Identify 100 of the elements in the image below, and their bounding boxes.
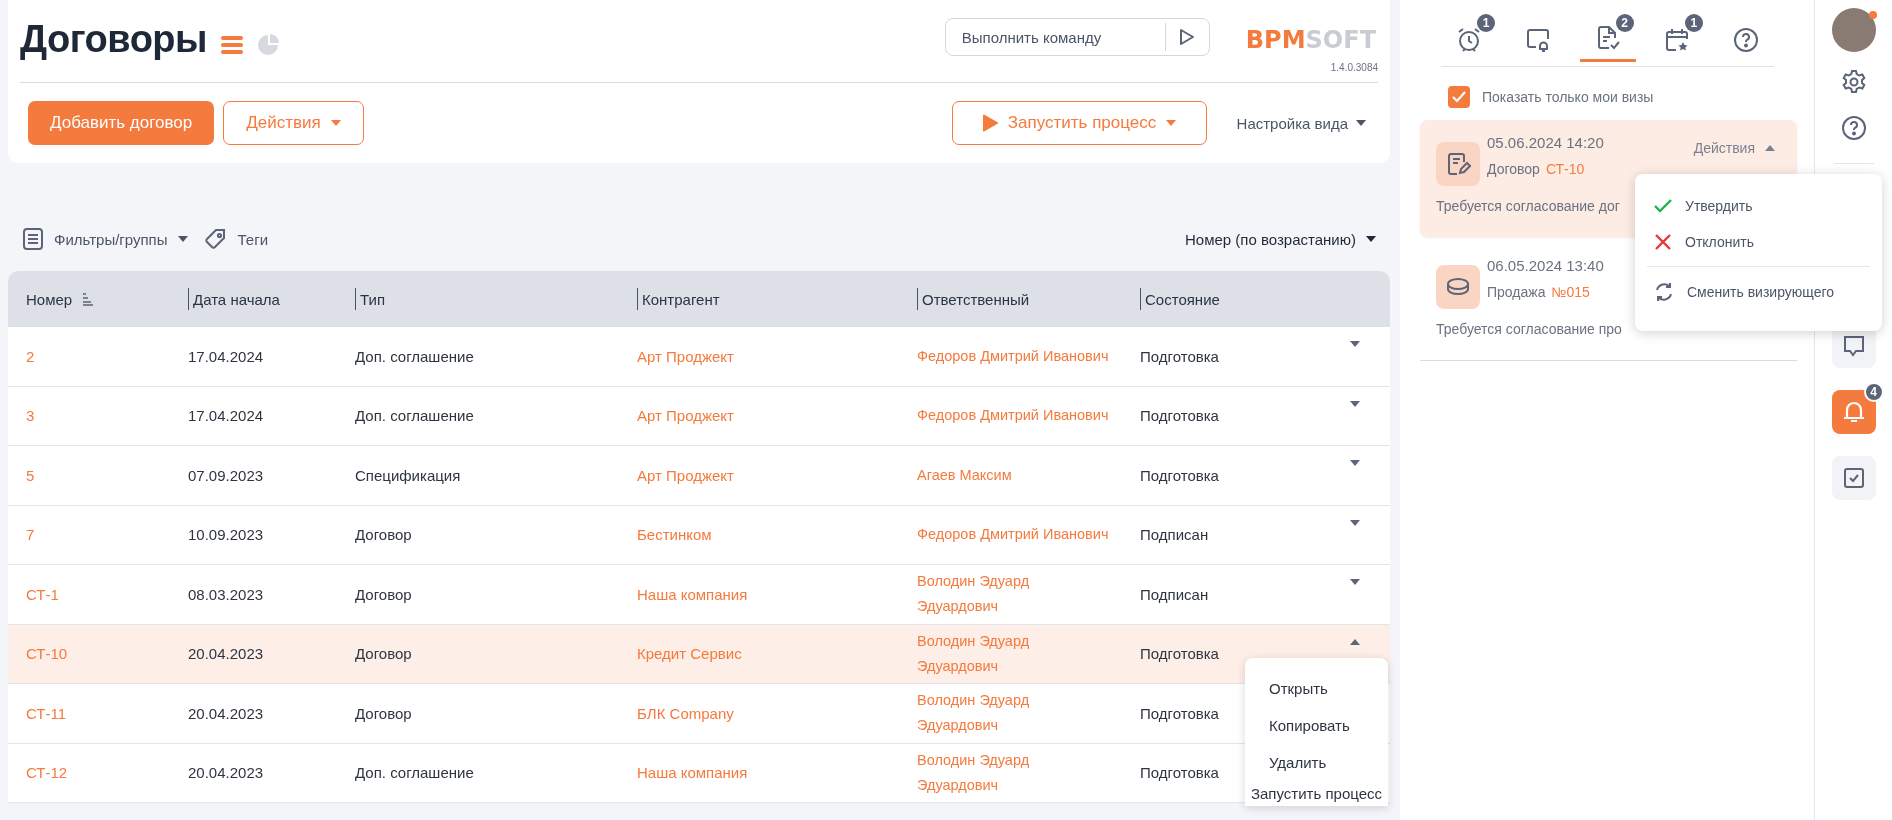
entity-link[interactable]: №015 [1551,284,1590,300]
checklist-button[interactable] [1831,456,1876,500]
table-cell: Спецификация [355,466,461,484]
owner-link[interactable]: Федоров Дмитрий Иванович [917,343,1109,369]
owner-link[interactable]: Федоров Дмитрий Иванович [917,403,1109,429]
table-cell: 10.09.2023 [188,526,264,544]
actions-button[interactable]: Действия [223,101,364,145]
play-icon [981,114,998,132]
column-header[interactable]: Состояние [1145,290,1220,308]
caret-icon [1356,120,1366,126]
counterparty-link[interactable]: Наша компания [637,764,748,782]
view-settings-button[interactable]: Настройка вида [1230,113,1372,133]
filters-groups-button[interactable]: Фильтры/группы [22,227,188,251]
caret-icon [1765,145,1775,151]
caret-icon [177,236,188,242]
visa-description: Требуется согласование про [1436,321,1622,337]
count-badge: 1 [1684,14,1703,32]
counterparty-link[interactable]: Бестинком [637,526,712,544]
count-badge: 1 [1477,14,1495,32]
command-input[interactable]: Выполнить команду [945,27,1165,47]
tag-icon [203,227,228,251]
table-cell: Доп. соглашение [355,347,474,365]
owner-link[interactable]: Володин Эдуард Эдуардович [917,688,1113,739]
menu-icon[interactable] [221,35,244,55]
table-cell: Подготовка [1140,704,1219,722]
column-header[interactable]: Ответственный [922,290,1030,308]
table-cell: Подписан [1140,585,1209,603]
table-row[interactable]: 5 07.09.2023 Спецификация Арт Проджект Агаев Максим Подготовка [8,446,1390,506]
help-icon [1732,25,1760,54]
table-row[interactable]: 3 17.04.2024 Доп. соглашение Арт Проджект Федоров Дмитрий Иванович Подготовка [8,386,1390,446]
help-icon [1839,114,1868,142]
owner-link[interactable]: Володин Эдуард Эдуардович [917,628,1113,679]
table-cell: Подготовка [1140,764,1219,782]
contract-number-link[interactable]: 2 [26,347,35,365]
card-actions-button[interactable]: Действия [1693,140,1781,156]
table-cell: Подготовка [1140,407,1219,425]
column-header[interactable]: Дата начала [193,290,280,308]
command-field[interactable]: Выполнить команду [944,18,1210,56]
table-cell: Договор [355,704,412,722]
count-badge: 4 [1863,382,1884,402]
table-cell: Подготовка [1140,347,1219,365]
list-icon [22,227,44,251]
sort-dropdown[interactable]: Номер (по возрастанию) [1185,230,1376,248]
column-header[interactable]: Тип [360,290,385,308]
column-header[interactable]: Номер [26,290,73,308]
counterparty-link[interactable]: Кредит Сервис [637,645,742,663]
counterparty-link[interactable]: Арт Проджект [637,407,734,425]
counterparty-link[interactable]: БЛК Company [637,704,734,722]
menu-item[interactable]: Копировать [1244,707,1388,744]
table-cell: Подписан [1140,526,1209,544]
table-cell: 20.04.2023 [188,645,264,663]
column-header[interactable]: Контрагент [642,290,720,308]
check-icon [1452,91,1466,103]
owner-link[interactable]: Володин Эдуард Эдуардович [917,747,1113,798]
contract-number-link[interactable]: 5 [26,466,35,484]
owner-link[interactable]: Агаев Максим [917,462,1012,488]
tags-button[interactable]: Теги [203,227,269,251]
counterparty-link[interactable]: Арт Проджект [637,347,734,365]
entity-link[interactable]: СТ-10 [1545,161,1585,177]
table-row[interactable]: 2 17.04.2024 Доп. соглашение Арт Проджект Федоров Дмитрий Иванович Подготовка [8,327,1390,387]
contract-number-link[interactable]: 7 [26,526,35,544]
contract-number-link[interactable]: СТ-1 [26,585,59,603]
contract-number-link[interactable]: СТ-10 [26,645,68,663]
table-cell: 20.04.2023 [188,764,264,782]
table-row[interactable]: 7 10.09.2023 Договор Бестинком Федоров Дмитрий Иванович Подписан [8,505,1390,565]
table-cell: Подготовка [1140,466,1219,484]
table-cell: 07.09.2023 [188,466,264,484]
caret-icon [1366,236,1376,242]
refresh-icon [1653,281,1675,303]
table-row[interactable]: СТ-1 08.03.2023 Договор Наша компания Володин Эдуард Эдуардович Подписан [8,565,1390,625]
checkbox-label: Показать только мои визы [1482,89,1654,105]
user-avatar[interactable] [1831,8,1876,52]
table-cell: 17.04.2024 [188,347,264,365]
page-title: Договоры [20,18,208,61]
add-contract-button[interactable]: Добавить договор [28,101,215,145]
contract-number-link[interactable]: СТ-11 [26,704,67,722]
entity-type: Договор [1487,161,1540,177]
visa-date: 06.05.2024 13:40 [1487,257,1604,274]
owner-link[interactable]: Володин Эдуард Эдуардович [917,569,1113,620]
owner-link[interactable]: Федоров Дмитрий Иванович [917,522,1109,548]
caret-icon [1166,120,1177,126]
contract-number-link[interactable]: СТ-12 [26,764,68,782]
play-icon [1179,28,1196,46]
table-cell: Договор [355,526,412,544]
run-process-button[interactable]: Запустить процесс [951,101,1207,145]
table-row[interactable]: СТ-10 20.04.2023 Договор Кредит Сервис Володин Эдуард Эдуардович Подготовка [8,624,1390,684]
table-cell: Договор [355,645,412,663]
menu-item[interactable]: Удалить [1244,744,1388,781]
checkbox[interactable] [1448,86,1470,108]
table-cell: Подготовка [1140,645,1219,663]
menu-item[interactable]: Запустить процесс [1244,781,1388,806]
counterparty-link[interactable]: Арт Проджект [637,466,734,484]
contract-number-link[interactable]: 3 [26,407,35,425]
counterparty-link[interactable]: Наша компания [637,585,748,603]
settings-icon [1840,69,1867,95]
table-cell: 17.04.2024 [188,407,264,425]
close-icon [1653,232,1673,252]
caret-icon [330,120,341,126]
table-cell: Договор [355,585,412,603]
version-label: 1.4.0.3084 [1330,62,1378,73]
